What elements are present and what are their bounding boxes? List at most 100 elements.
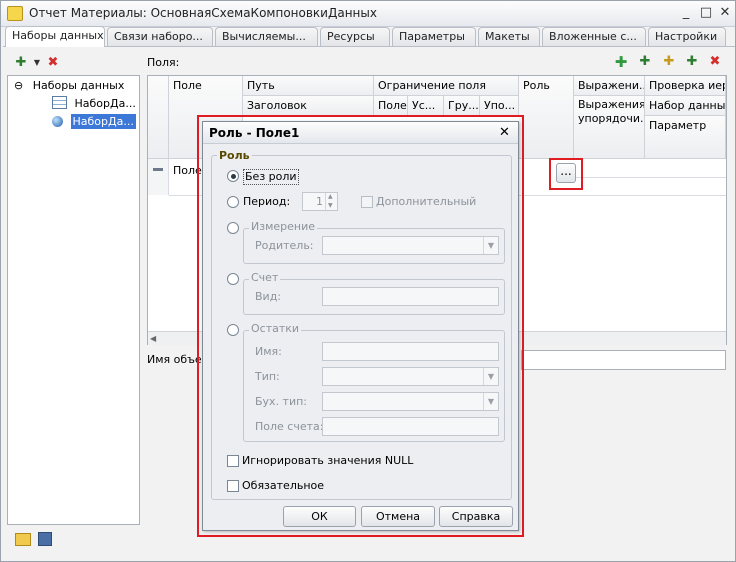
tree-item-label: НаборДа... bbox=[70, 114, 136, 129]
scroll-left-icon[interactable]: ◀ bbox=[150, 334, 156, 343]
account-title: Счет bbox=[249, 271, 281, 284]
app-icon bbox=[7, 6, 23, 21]
grid-corner bbox=[148, 76, 169, 159]
period-spinner[interactable]: 1 ▲ ▼ bbox=[302, 192, 338, 211]
acc-type-label: Бух. тип: bbox=[255, 395, 308, 408]
period-label[interactable]: Период: bbox=[243, 195, 290, 209]
dropdown-arrow-icon[interactable]: ▼ bbox=[483, 368, 498, 385]
tab-layouts[interactable]: Макеты bbox=[478, 27, 540, 46]
required-label[interactable]: Обязательное bbox=[242, 479, 324, 493]
title-bar: Отчет Материалы: ОсновнаяСхемаКомпоновки… bbox=[1, 1, 735, 27]
tab-calculated[interactable]: Вычисляемы... bbox=[215, 27, 318, 46]
close-icon[interactable]: ✕ bbox=[716, 5, 734, 21]
acc-field-label: Поле счета: bbox=[255, 420, 324, 433]
name-input[interactable] bbox=[322, 342, 499, 361]
row-marker-icon bbox=[153, 168, 163, 171]
spin-buttons[interactable]: ▲ ▼ bbox=[325, 193, 337, 210]
no-role-radio[interactable] bbox=[227, 170, 239, 182]
table-icon bbox=[52, 96, 67, 109]
role-edit-button[interactable]: ... bbox=[556, 163, 576, 183]
main-window: Отчет Материалы: ОсновнаяСхемаКомпоновки… bbox=[0, 0, 736, 562]
delete-field-icon[interactable]: ✖ bbox=[707, 54, 723, 70]
dropdown-arrow-icon[interactable]: ▼ bbox=[483, 237, 498, 254]
balances-radio[interactable] bbox=[227, 324, 239, 336]
tree-root[interactable]: ⊖ Наборы данных bbox=[14, 77, 124, 95]
col-expressions[interactable]: Выражени... bbox=[574, 76, 645, 96]
dropdown-arrow-icon[interactable]: ▼ bbox=[29, 55, 45, 71]
col-restrict-field[interactable]: Поле bbox=[374, 96, 408, 116]
name-label: Имя: bbox=[255, 345, 282, 358]
parent-combo[interactable]: ▼ bbox=[322, 236, 499, 255]
maximize-icon[interactable]: □ bbox=[697, 5, 715, 21]
col-parameter[interactable]: Параметр bbox=[645, 116, 726, 159]
fields-label: Поля: bbox=[147, 56, 180, 69]
dropdown-arrow-icon[interactable]: ▼ bbox=[483, 393, 498, 410]
collapse-icon[interactable]: ⊖ bbox=[14, 79, 23, 92]
col-dataset[interactable]: Набор данных bbox=[645, 96, 726, 116]
additional-label: Дополнительный bbox=[376, 195, 477, 208]
type-label: Тип: bbox=[255, 370, 280, 383]
additional-checkbox[interactable] bbox=[361, 196, 373, 208]
parent-label: Родитель: bbox=[255, 239, 314, 252]
role-button-highlight: ... bbox=[549, 158, 583, 190]
delete-dataset-icon[interactable]: ✖ bbox=[45, 55, 61, 71]
ignore-null-label[interactable]: Игнорировать значения NULL bbox=[242, 454, 413, 468]
minimize-icon[interactable]: _ bbox=[677, 5, 695, 21]
row-subdivider bbox=[574, 177, 726, 178]
help-button[interactable]: Справка bbox=[439, 506, 513, 527]
tab-strip: Наборы данных Связи наборо... Вычисляемы… bbox=[3, 26, 735, 47]
ok-button[interactable]: ОК bbox=[283, 506, 356, 527]
tree-item[interactable]: НаборДа... bbox=[52, 95, 136, 113]
acc-type-combo[interactable]: ▼ bbox=[322, 392, 499, 411]
save-icon[interactable] bbox=[38, 532, 52, 546]
no-role-label[interactable]: Без роли bbox=[243, 169, 299, 185]
ignore-null-checkbox[interactable] bbox=[227, 455, 239, 467]
dimension-title: Измерение bbox=[249, 220, 318, 233]
role-group-title: Роль bbox=[217, 149, 252, 162]
tab-dataset-links[interactable]: Связи наборо... bbox=[107, 27, 213, 46]
folder-open-icon[interactable] bbox=[15, 533, 31, 546]
col-header[interactable]: Заголовок bbox=[243, 96, 374, 116]
period-value: 1 bbox=[316, 195, 323, 208]
tree-item-label: НаборДа... bbox=[74, 97, 136, 110]
cancel-button[interactable]: Отмена bbox=[361, 506, 435, 527]
col-restrict-group[interactable]: Гру... bbox=[444, 96, 480, 116]
period-radio[interactable] bbox=[227, 196, 239, 208]
object-name-input[interactable] bbox=[521, 350, 726, 370]
account-radio[interactable] bbox=[227, 273, 239, 285]
col-order-expressions[interactable]: Выражения упорядочи... bbox=[574, 96, 645, 159]
add-row-icon[interactable]: ✚ bbox=[684, 54, 700, 70]
add-dataset-icon[interactable]: ✚ bbox=[13, 55, 29, 71]
required-checkbox[interactable] bbox=[227, 480, 239, 492]
datasets-tree: ⊖ Наборы данных НаборДа... НаборДа... bbox=[7, 75, 140, 525]
row-marker bbox=[148, 159, 169, 195]
kind-label: Вид: bbox=[255, 290, 282, 303]
col-restriction[interactable]: Ограничение поля bbox=[374, 76, 519, 96]
dialog-close-icon[interactable]: ✕ bbox=[499, 125, 510, 140]
add-field-icon[interactable]: ✚ bbox=[613, 54, 629, 70]
tab-nested[interactable]: Вложенные с... bbox=[542, 27, 646, 46]
tab-datasets[interactable]: Наборы данных bbox=[5, 26, 105, 47]
kind-input[interactable] bbox=[322, 287, 499, 306]
tree-root-label: Наборы данных bbox=[32, 79, 125, 92]
tree-item-selected[interactable]: НаборДа... bbox=[52, 113, 140, 131]
spin-down-icon[interactable]: ▼ bbox=[328, 202, 333, 209]
tab-resources[interactable]: Ресурсы bbox=[320, 27, 390, 46]
dimension-radio[interactable] bbox=[227, 222, 239, 234]
balances-title: Остатки bbox=[249, 322, 302, 335]
role-dialog: Роль - Поле1 ✕ Роль Без роли Период: 1 ▲… bbox=[202, 121, 519, 531]
acc-field-input[interactable] bbox=[322, 417, 499, 436]
spin-up-icon[interactable]: ▲ bbox=[328, 193, 333, 200]
tab-parameters[interactable]: Параметры bbox=[392, 27, 476, 46]
col-hierarchy-check[interactable]: Проверка иера bbox=[645, 76, 726, 96]
dialog-title: Роль - Поле1 bbox=[203, 122, 518, 144]
add-group-icon[interactable]: ✚ bbox=[661, 54, 677, 70]
type-combo[interactable]: ▼ bbox=[322, 367, 499, 386]
col-restrict-cond[interactable]: Ус... bbox=[408, 96, 444, 116]
col-role[interactable]: Роль bbox=[519, 76, 574, 159]
tab-settings[interactable]: Настройки bbox=[648, 27, 726, 46]
col-path[interactable]: Путь bbox=[243, 76, 374, 96]
col-restrict-order[interactable]: Упо... bbox=[480, 96, 519, 116]
add-folder-icon[interactable]: ✚ bbox=[637, 54, 653, 70]
globe-icon bbox=[52, 116, 63, 127]
